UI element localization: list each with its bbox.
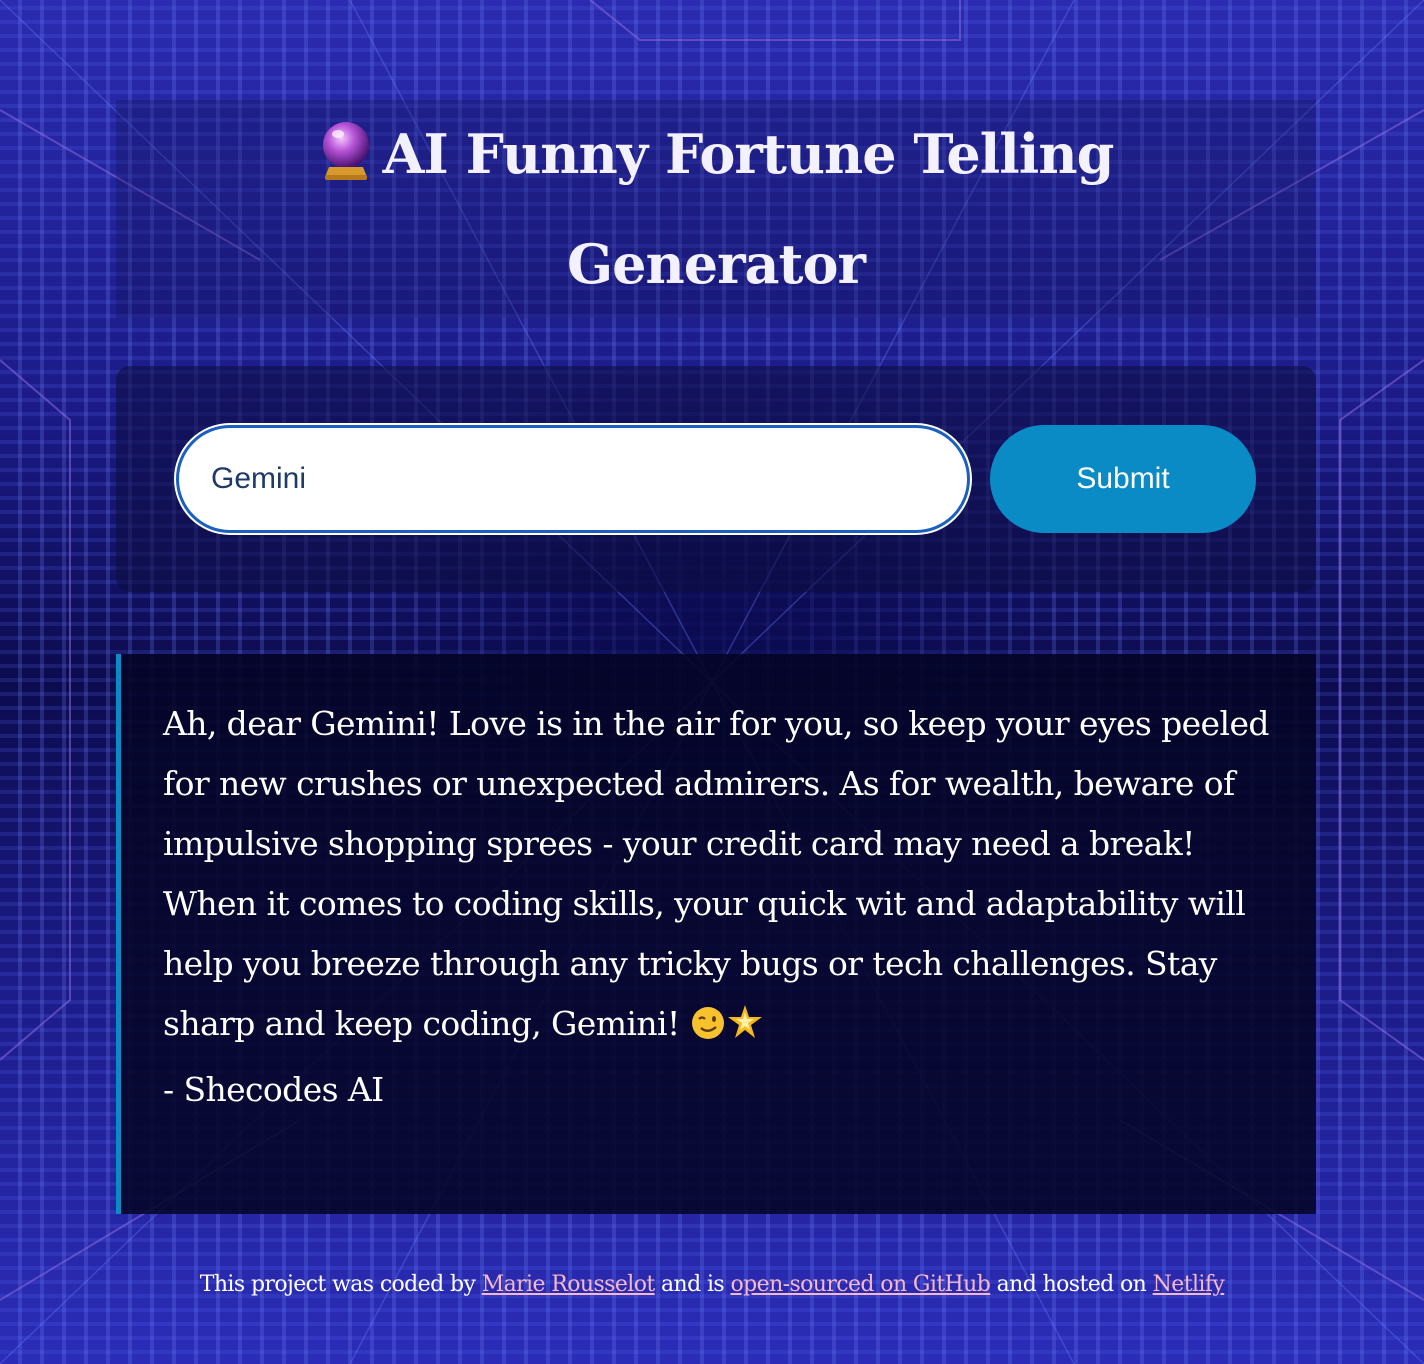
submit-button[interactable]: Submit — [990, 425, 1256, 533]
author-link[interactable]: Marie Rousselot — [482, 1272, 656, 1297]
page-title: AI Funny Fortune Telling Generator — [382, 122, 1115, 296]
netlify-link[interactable]: Netlify — [1153, 1272, 1225, 1297]
footer-text-1: This project was coded by — [199, 1272, 476, 1297]
fortune-result: Ah, dear Gemini! Love is in the air for … — [116, 654, 1316, 1214]
fortune-text: Ah, dear Gemini! Love is in the air for … — [163, 704, 1270, 1043]
footer-text-3: and hosted on — [996, 1272, 1147, 1297]
fortune-text-block: Ah, dear Gemini! Love is in the air for … — [163, 694, 1276, 1120]
github-link[interactable]: open-sourced on GitHub — [731, 1272, 991, 1297]
fortune-signature: - Shecodes AI — [163, 1070, 384, 1109]
page-title-block: AI Funny Fortune Telling Generator — [246, 99, 1186, 319]
hint-form: Submit — [116, 366, 1316, 592]
winking-face-icon — [690, 1000, 726, 1060]
header: AI Funny Fortune Telling Generator — [116, 100, 1316, 318]
glowing-star-icon — [726, 1000, 764, 1060]
zodiac-input[interactable] — [176, 425, 970, 533]
crystal-ball-icon — [319, 109, 373, 180]
footer-text-2: and is — [661, 1272, 725, 1297]
main-container: AI Funny Fortune Telling Generator Submi… — [116, 100, 1316, 1214]
footer: This project was coded by Marie Rousselo… — [0, 1272, 1424, 1297]
